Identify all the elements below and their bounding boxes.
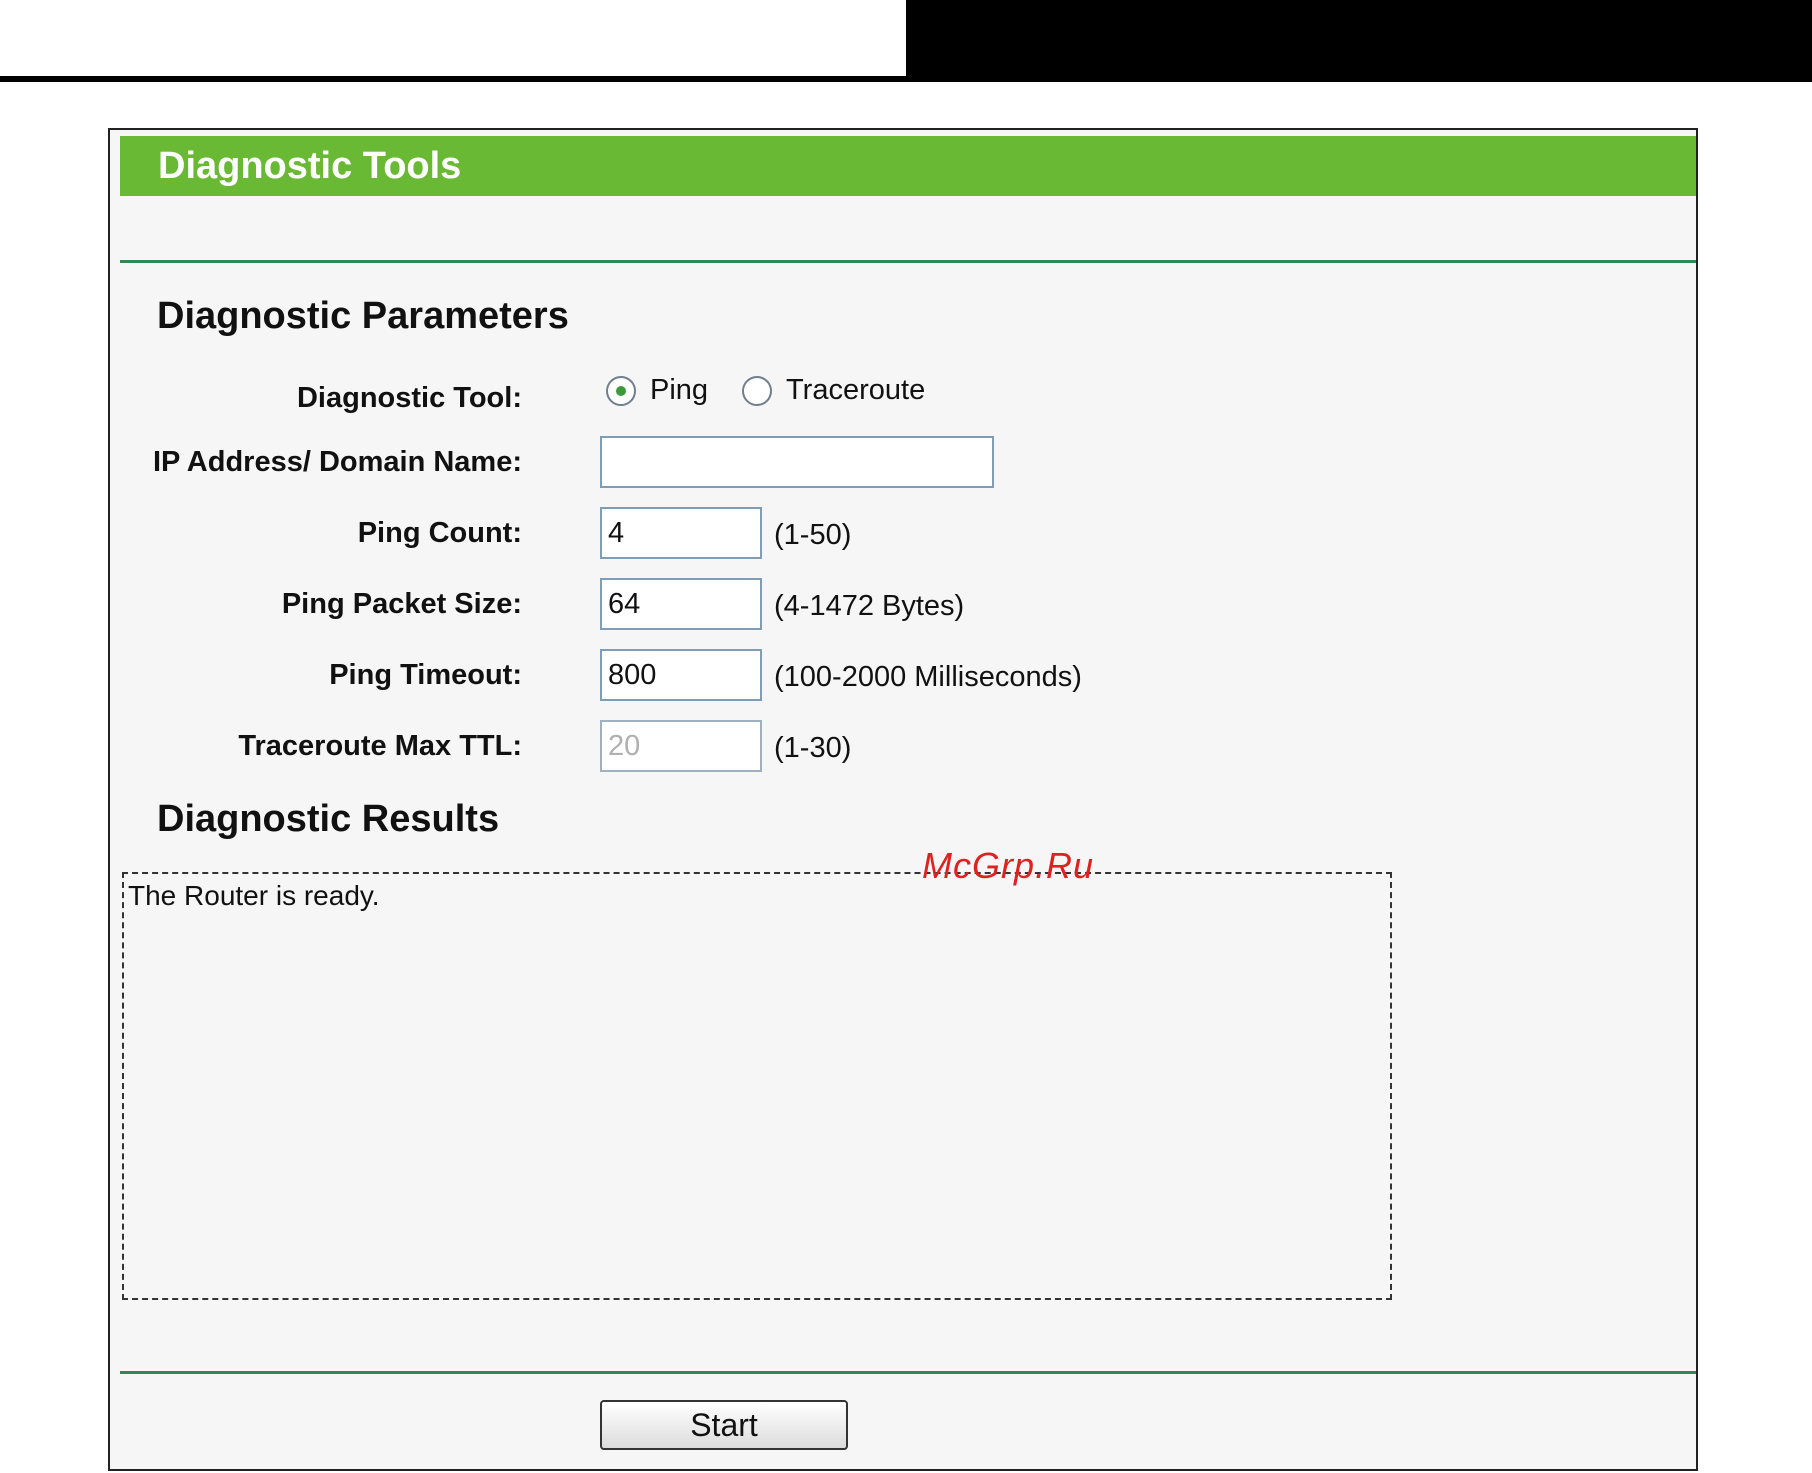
diagnostic-tools-panel: Diagnostic Tools Diagnostic Parameters D… bbox=[108, 128, 1698, 1471]
ping-packet-size-hint: (4-1472 Bytes) bbox=[774, 590, 965, 622]
ping-packet-size-row: Ping Packet Size: (4-1472 Bytes) bbox=[110, 578, 1696, 634]
diagnostic-tool-radio-group: Ping Traceroute bbox=[606, 374, 959, 407]
diagnostic-tool-row: Diagnostic Tool: Ping Traceroute bbox=[110, 372, 1696, 428]
header-rule bbox=[0, 76, 1812, 82]
traceroute-max-ttl-row: Traceroute Max TTL: (1-30) bbox=[110, 720, 1696, 776]
watermark: McGrp.Ru bbox=[922, 845, 1095, 886]
ping-timeout-hint: (100-2000 Milliseconds) bbox=[774, 661, 1082, 693]
ping-count-input[interactable] bbox=[600, 507, 762, 559]
parameters-heading: Diagnostic Parameters bbox=[157, 295, 569, 337]
page-title: Diagnostic Tools bbox=[120, 136, 1696, 196]
ping-timeout-label: Ping Timeout: bbox=[329, 659, 522, 691]
ip-address-input[interactable] bbox=[600, 436, 994, 488]
results-heading: Diagnostic Results bbox=[157, 798, 500, 840]
ip-address-label: IP Address/ Domain Name: bbox=[152, 446, 522, 478]
results-text: The Router is ready. bbox=[128, 880, 380, 911]
header-black-block bbox=[906, 0, 1812, 76]
traceroute-max-ttl-label: Traceroute Max TTL: bbox=[238, 730, 522, 762]
diagnostic-results-box: The Router is ready. bbox=[122, 872, 1392, 1300]
traceroute-radio-label[interactable]: Traceroute bbox=[786, 374, 925, 407]
bottom-separator bbox=[120, 1371, 1696, 1374]
ping-timeout-row: Ping Timeout: (100-2000 Milliseconds) bbox=[110, 649, 1696, 705]
start-button[interactable]: Start bbox=[600, 1400, 848, 1450]
ping-packet-size-input[interactable] bbox=[600, 578, 762, 630]
ping-count-hint: (1-50) bbox=[774, 519, 852, 551]
ping-count-label: Ping Count: bbox=[357, 517, 522, 549]
ping-packet-size-label: Ping Packet Size: bbox=[281, 588, 522, 620]
traceroute-max-ttl-input bbox=[600, 720, 762, 772]
ping-radio[interactable] bbox=[606, 375, 636, 406]
top-separator bbox=[120, 260, 1696, 263]
traceroute-radio[interactable] bbox=[742, 375, 773, 406]
traceroute-max-ttl-hint: (1-30) bbox=[774, 732, 852, 764]
ping-count-row: Ping Count: (1-50) bbox=[110, 507, 1696, 563]
ping-radio-label[interactable]: Ping bbox=[650, 374, 708, 407]
diagnostic-tool-label: Diagnostic Tool: bbox=[296, 382, 522, 414]
ip-address-row: IP Address/ Domain Name: bbox=[110, 436, 1696, 492]
ping-timeout-input[interactable] bbox=[600, 649, 762, 701]
